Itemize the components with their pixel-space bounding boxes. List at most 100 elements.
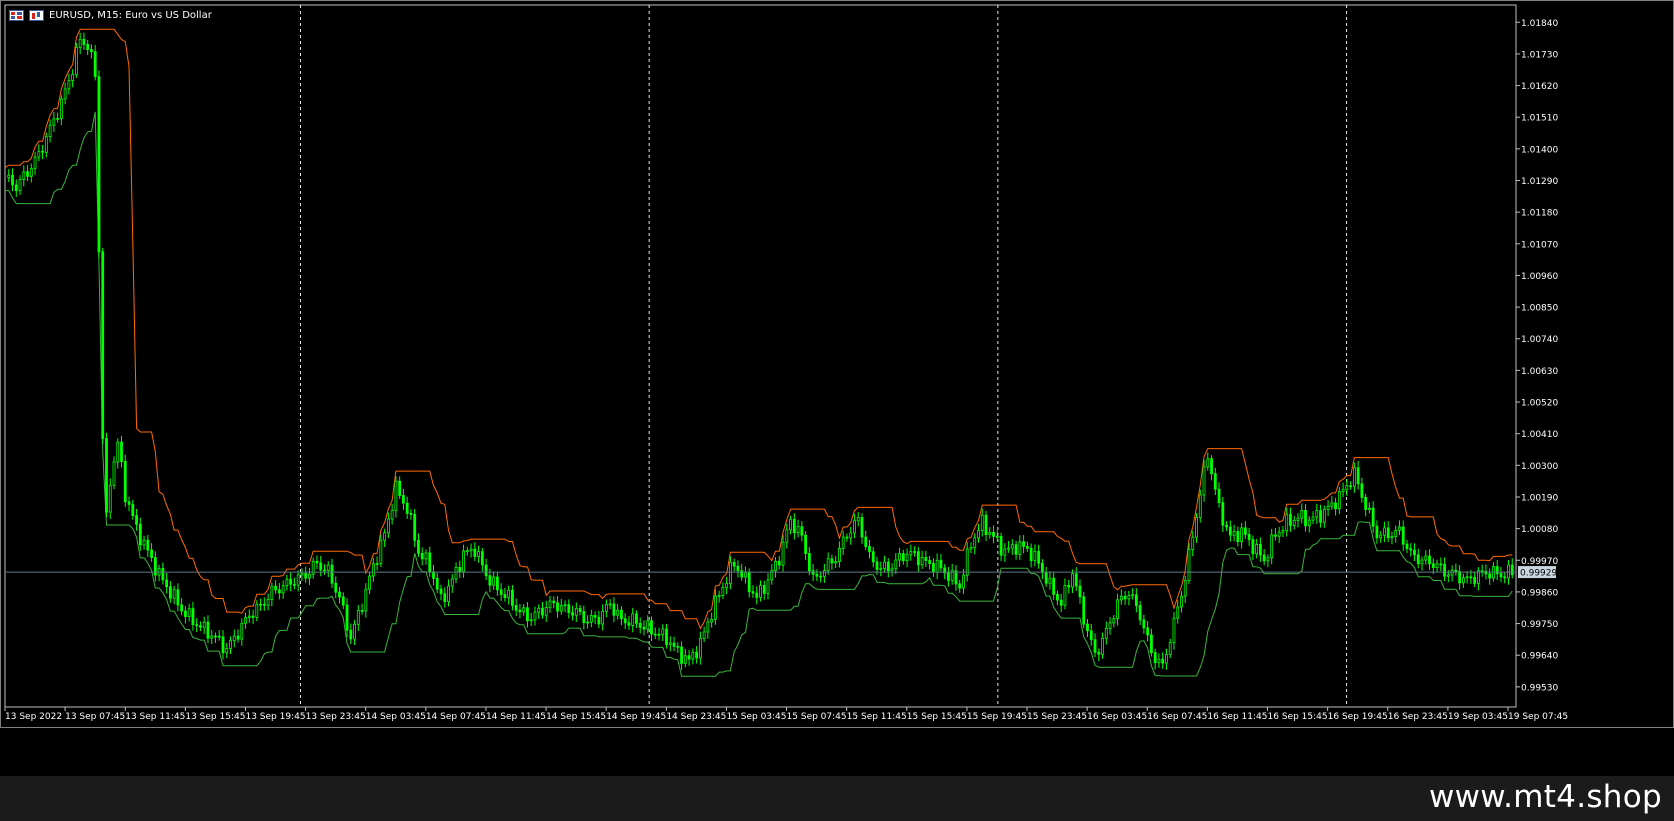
- candle-body: [698, 638, 702, 659]
- candle-body: [379, 539, 383, 564]
- candle-body: [1138, 605, 1142, 621]
- candle-body: [1270, 534, 1274, 559]
- candle-body: [973, 537, 977, 548]
- candle-body: [488, 575, 492, 586]
- candle-body: [593, 615, 597, 618]
- candle-body: [807, 553, 811, 572]
- candle-body: [992, 531, 995, 537]
- candle-body: [1394, 529, 1398, 538]
- candle-body: [721, 586, 725, 596]
- candle-body: [507, 589, 511, 599]
- candle-body: [710, 618, 714, 623]
- candle-body: [1326, 505, 1330, 510]
- candle-body: [386, 518, 390, 534]
- y-tick-label: 1.00740: [1521, 335, 1558, 345]
- watermark-text: www.mt4.shop: [1428, 779, 1662, 815]
- candle-body: [789, 518, 792, 531]
- candle-body: [300, 572, 304, 576]
- candle-body: [138, 523, 142, 546]
- candle-body: [559, 605, 563, 612]
- candle-body: [838, 547, 841, 562]
- candle-body: [1074, 573, 1078, 587]
- candle-body: [1161, 658, 1165, 664]
- candle-body: [48, 124, 52, 137]
- candle-body: [732, 561, 736, 567]
- candle-body: [1266, 557, 1270, 562]
- candle-body: [1371, 507, 1375, 527]
- candle-body: [206, 621, 210, 639]
- y-tick-label: 1.01730: [1521, 50, 1558, 60]
- candle-body: [33, 156, 37, 169]
- candle-body: [1435, 563, 1439, 568]
- candle-body: [1510, 564, 1514, 576]
- candle-body: [289, 578, 293, 585]
- x-tick-label: 14 Sep 19:45: [606, 712, 666, 722]
- candle-body: [947, 572, 950, 581]
- candle-body: [1195, 516, 1198, 538]
- candle-body: [236, 635, 240, 640]
- candle-body: [67, 80, 71, 90]
- candle-body: [571, 612, 574, 616]
- candle-body: [1210, 458, 1213, 475]
- x-tick-label: 16 Sep 23:45: [1388, 712, 1448, 722]
- candle-body: [18, 179, 22, 192]
- candle-body: [1379, 534, 1383, 539]
- candle-body: [1251, 539, 1255, 555]
- candle-body: [1101, 637, 1104, 655]
- candle-body: [1507, 564, 1510, 579]
- candle-body: [435, 577, 439, 590]
- candle-body: [582, 611, 586, 624]
- candle-body: [725, 583, 729, 588]
- candle-body: [390, 510, 394, 520]
- candle-body: [1059, 599, 1063, 606]
- candle-body: [604, 604, 608, 612]
- candle-body: [1458, 571, 1462, 584]
- candle-body: [1202, 466, 1206, 496]
- candle-body: [360, 610, 364, 612]
- candle-body: [958, 583, 962, 589]
- candle-body: [744, 571, 747, 578]
- candle-body: [1093, 639, 1097, 653]
- y-tick-label: 0.99970: [1521, 557, 1558, 567]
- candle-body: [1334, 502, 1337, 510]
- candle-body: [939, 559, 943, 569]
- y-tick-label: 0.99750: [1521, 620, 1558, 630]
- candle-body: [417, 539, 420, 554]
- candle-body: [184, 610, 187, 617]
- candle-body: [78, 38, 82, 48]
- candle-body: [890, 568, 894, 572]
- candle-body: [29, 167, 33, 177]
- candle-body: [988, 531, 992, 535]
- candle-body: [691, 651, 695, 660]
- candle-body: [1420, 559, 1424, 565]
- price-chart[interactable]: 1.01840 1.01730 1.01620 1.01510 1.01400 1.012…: [0, 0, 1674, 776]
- candle-body: [187, 608, 191, 617]
- candle-body: [853, 520, 856, 534]
- candle-body: [1383, 527, 1386, 536]
- candle-body: [567, 604, 571, 614]
- candle-body: [71, 74, 75, 81]
- candle-body: [928, 560, 932, 564]
- candle-body: [1153, 652, 1157, 664]
- y-tick-label: 0.99530: [1521, 683, 1558, 693]
- candle-body: [574, 608, 578, 616]
- candle-body: [608, 603, 612, 606]
- candle-body: [860, 517, 864, 538]
- candle-body: [14, 184, 18, 192]
- candle-body: [792, 518, 796, 534]
- y-tick-label: 1.00410: [1521, 430, 1558, 440]
- x-tick-label: 19 Sep 03:45: [1448, 712, 1508, 722]
- candle-body: [202, 621, 206, 628]
- candle-body: [1119, 595, 1123, 601]
- candle-body: [285, 578, 289, 587]
- candle-body: [123, 461, 127, 503]
- y-tick-label: 1.01070: [1521, 240, 1558, 250]
- candle-body: [529, 619, 533, 622]
- candle-body: [447, 585, 450, 602]
- candle-body: [247, 615, 251, 618]
- candle-body: [1150, 634, 1153, 654]
- candle-body: [962, 574, 965, 589]
- candle-body: [112, 461, 116, 486]
- candle-body: [627, 622, 631, 626]
- candle-body: [172, 589, 176, 599]
